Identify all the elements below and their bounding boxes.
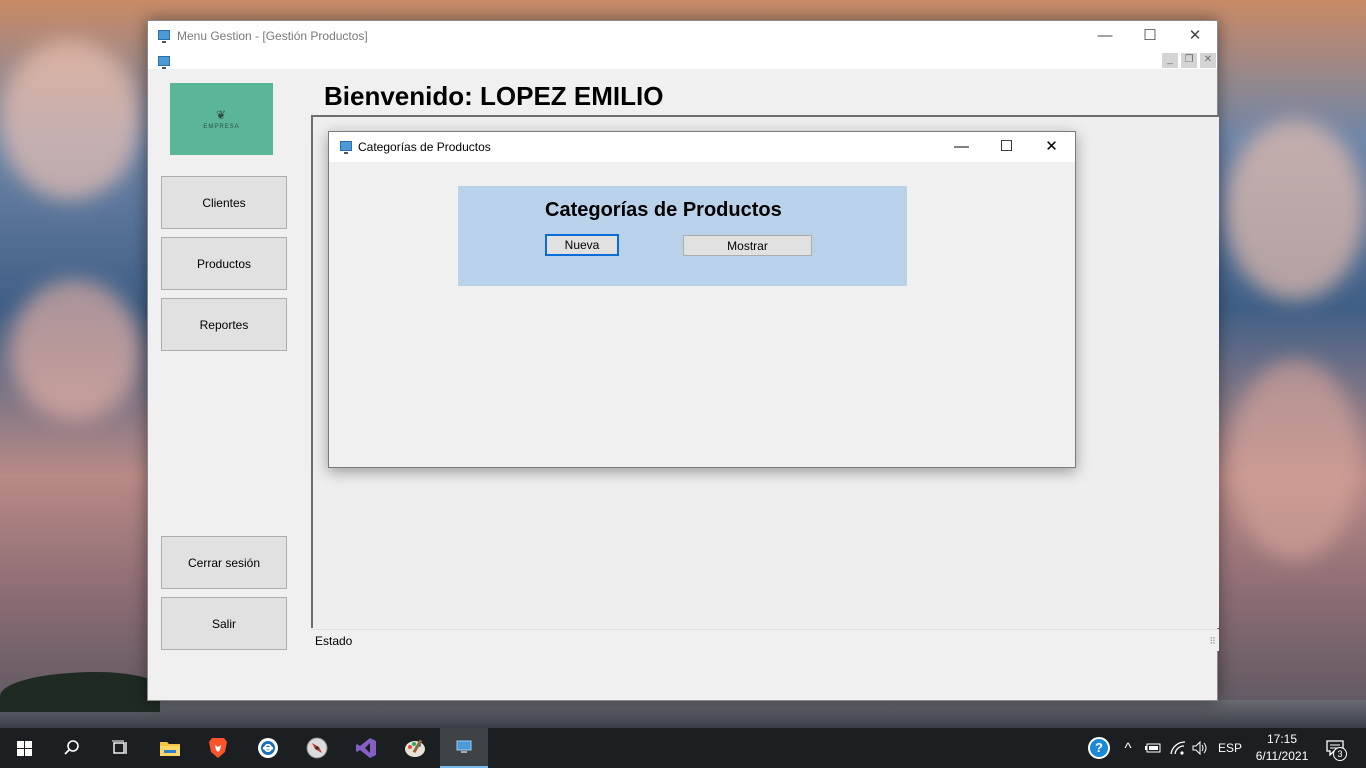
mdi-restore-button[interactable]: ❐ (1181, 53, 1197, 68)
desktop-cloud (10, 280, 140, 420)
battery-icon[interactable] (1143, 728, 1163, 768)
paint-icon[interactable] (391, 728, 439, 768)
help-icon[interactable]: ? (1087, 728, 1111, 768)
categorias-heading: Categorías de Productos (545, 199, 782, 221)
logo-plant-icon: ❦ (216, 108, 227, 122)
desktop-cloud (0, 40, 140, 200)
desktop-cloud (1225, 120, 1365, 300)
minimize-button[interactable]: — (1082, 21, 1128, 51)
visual-studio-icon[interactable] (342, 728, 390, 768)
categorias-titlebar[interactable]: Categorías de Productos — ☐ ✕ (329, 132, 1075, 162)
cerrar-sesion-button[interactable]: Cerrar sesión (161, 536, 287, 589)
search-icon[interactable] (48, 728, 96, 768)
compass-icon[interactable] (293, 728, 341, 768)
welcome-heading: Bienvenido: LOPEZ EMILIO (324, 81, 664, 111)
notification-count-badge: 3 (1333, 747, 1347, 761)
logo-text: EMPRESA (203, 124, 240, 130)
app-window-icon[interactable] (440, 728, 488, 768)
salir-button[interactable]: Salir (161, 597, 287, 650)
categorias-window: Categorías de Productos — ☐ ✕ Categorías… (328, 131, 1076, 468)
clock-time: 17:15 (1266, 732, 1298, 746)
child-app-icon (340, 141, 352, 154)
input-language[interactable]: ESP (1215, 728, 1245, 768)
productos-button[interactable]: Productos (161, 237, 287, 290)
system-clock[interactable]: 17:15 6/11/2021 (1252, 731, 1312, 765)
child-minimize-button[interactable]: — (939, 132, 984, 162)
tray-chevron-icon[interactable]: ^ (1118, 728, 1138, 768)
windows-start-icon[interactable] (0, 728, 48, 768)
taskbar: ? ^ ESP 17:15 6/11/2021 3 (0, 728, 1366, 768)
mdi-minimize-button[interactable]: _ (1162, 53, 1178, 68)
desktop-hills (0, 672, 160, 712)
child-maximize-button[interactable]: ☐ (984, 132, 1029, 162)
mdi-close-button[interactable]: ✕ (1200, 53, 1216, 68)
maximize-button[interactable]: ☐ (1127, 21, 1173, 51)
file-explorer-icon[interactable] (146, 728, 194, 768)
main-window-title: Menu Gestion - [Gestión Productos] (177, 29, 368, 43)
company-logo: ❦ EMPRESA (170, 83, 273, 155)
reportes-button[interactable]: Reportes (161, 298, 287, 351)
child-close-button[interactable]: ✕ (1029, 132, 1074, 162)
clientes-button[interactable]: Clientes (161, 176, 287, 229)
desktop-water (0, 700, 1366, 728)
child-window-title: Categorías de Productos (358, 140, 491, 154)
mostrar-button[interactable]: Mostrar (683, 235, 812, 256)
close-button[interactable]: ✕ (1172, 21, 1218, 51)
task-view-icon[interactable] (96, 728, 144, 768)
volume-icon[interactable] (1190, 728, 1210, 768)
app-icon (158, 30, 170, 43)
status-label: Estado (315, 634, 353, 648)
wifi-icon[interactable] (1168, 728, 1188, 768)
edge-icon[interactable] (244, 728, 292, 768)
mdi-child-icon[interactable] (158, 56, 170, 69)
resize-grip-icon[interactable]: ⠿ (1209, 636, 1216, 647)
clock-date: 6/11/2021 (1255, 749, 1309, 763)
categorias-panel: Categorías de Productos Nueva Mostrar (458, 186, 907, 286)
nueva-button[interactable]: Nueva (545, 234, 619, 256)
brave-browser-icon[interactable] (194, 728, 242, 768)
status-bar: Estado ⠿ (311, 629, 1219, 651)
desktop-cloud (1230, 360, 1360, 560)
mdi-menu-strip: _ ❐ ✕ (148, 51, 1217, 69)
main-titlebar[interactable]: Menu Gestion - [Gestión Productos] — ☐ ✕ (148, 21, 1217, 51)
